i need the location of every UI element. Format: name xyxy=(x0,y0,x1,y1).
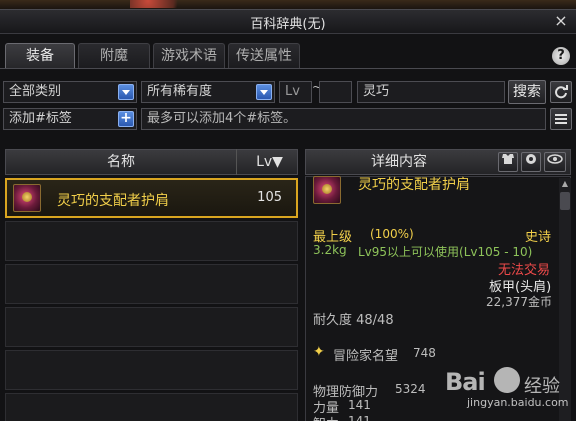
reputation-value: 748 xyxy=(413,346,436,360)
settings-glyph xyxy=(526,154,536,164)
grade-percent: (100%) xyxy=(370,227,414,241)
add-tag-field[interactable]: 添加#标签 + xyxy=(3,108,137,130)
stat-value: 141 xyxy=(348,398,371,412)
title-bar[interactable]: 百科辞典(无) × xyxy=(0,10,576,34)
empty-list-row xyxy=(5,393,298,421)
search-input[interactable]: 灵巧 xyxy=(357,81,505,103)
game-background-strip xyxy=(0,0,576,9)
refresh-glyph xyxy=(555,85,568,99)
close-icon[interactable]: × xyxy=(552,11,570,31)
armor-glyph xyxy=(502,154,514,164)
empty-list-row xyxy=(5,350,298,390)
column-lv-header[interactable]: Lv▼ xyxy=(242,150,297,174)
eye-icon[interactable] xyxy=(544,152,566,172)
help-icon[interactable]: ? xyxy=(552,47,570,65)
stat-value: 5324 xyxy=(395,382,426,396)
empty-list-row xyxy=(5,264,298,304)
chevron-down-icon[interactable] xyxy=(118,84,134,100)
eye-glyph xyxy=(547,154,563,164)
item-price: 22,377金币 xyxy=(486,295,552,309)
list-glyph xyxy=(555,114,567,124)
encyclopedia-window: 百科辞典(无) × 装备 附魔 游戏术语 传送属性 ? 全部类别 所有稀有度 L… xyxy=(0,9,576,421)
detail-header: 详细内容 xyxy=(305,149,571,175)
settings-icon[interactable] xyxy=(521,152,541,172)
rarity-select[interactable]: 所有稀有度 xyxy=(141,81,275,103)
list-item[interactable]: 灵巧的支配者护肩 105 xyxy=(5,178,298,218)
list-item-name: 灵巧的支配者护肩 xyxy=(57,193,169,209)
category-select-value: 全部类别 xyxy=(9,84,62,99)
list-item-lv: 105 xyxy=(257,190,282,205)
category-select[interactable]: 全部类别 xyxy=(3,81,137,103)
stat-value: 141 xyxy=(348,414,371,421)
shoulder-armor-icon xyxy=(13,184,41,212)
column-divider xyxy=(236,149,237,175)
stat-label: 智力 xyxy=(313,413,339,421)
rarity-select-value: 所有稀有度 xyxy=(147,84,213,99)
add-tag-plus-icon[interactable]: + xyxy=(118,111,134,127)
chevron-down-icon[interactable] xyxy=(256,84,272,100)
durability: 耐久度 48/48 xyxy=(313,313,394,328)
detail-header-title: 详细内容 xyxy=(371,154,427,170)
tab-divider xyxy=(0,68,576,69)
column-name-header[interactable]: 名称 xyxy=(6,150,236,174)
add-tag-label: 添加#标签 xyxy=(9,111,72,126)
scrollbar-thumb[interactable] xyxy=(560,192,570,210)
lv-label: Lv xyxy=(285,84,300,99)
detail-item-name: 灵巧的支配者护肩 xyxy=(358,177,470,193)
lv-max-input[interactable] xyxy=(319,81,352,103)
tab-teleport-attributes[interactable]: 传送属性 xyxy=(228,43,300,69)
reputation-label: 冒险家名望 xyxy=(333,349,399,364)
list-header: 名称 Lv▼ xyxy=(5,149,298,175)
refresh-icon[interactable] xyxy=(550,81,572,103)
reputation-badge-icon: ✦ xyxy=(313,344,325,360)
item-weight: 3.2kg xyxy=(313,243,347,257)
list-icon[interactable] xyxy=(550,108,572,130)
tab-game-terms[interactable]: 游戏术语 xyxy=(153,43,225,69)
search-button[interactable]: 搜索 xyxy=(508,80,546,104)
tab-enchant[interactable]: 附魔 xyxy=(78,43,150,69)
detail-scrollbar[interactable] xyxy=(559,178,571,421)
tag-list-field[interactable]: 最多可以添加4个#标签。 xyxy=(141,108,546,130)
scroll-up-icon[interactable]: ▲ xyxy=(559,178,571,190)
level-requirement: Lv95以上可以使用(Lv105 - 10) xyxy=(358,245,533,259)
tab-equipment[interactable]: 装备 xyxy=(5,43,75,69)
window-title: 百科辞典(无) xyxy=(250,17,326,32)
empty-list-row xyxy=(5,307,298,347)
search-input-value: 灵巧 xyxy=(363,84,390,99)
tag-hint: 最多可以添加4个#标签。 xyxy=(147,111,297,126)
character-sprite xyxy=(130,0,190,8)
armor-icon[interactable] xyxy=(498,152,518,172)
empty-list-row xyxy=(5,221,298,261)
lv-min-input[interactable]: Lv xyxy=(279,81,312,103)
shoulder-armor-icon xyxy=(313,176,341,204)
